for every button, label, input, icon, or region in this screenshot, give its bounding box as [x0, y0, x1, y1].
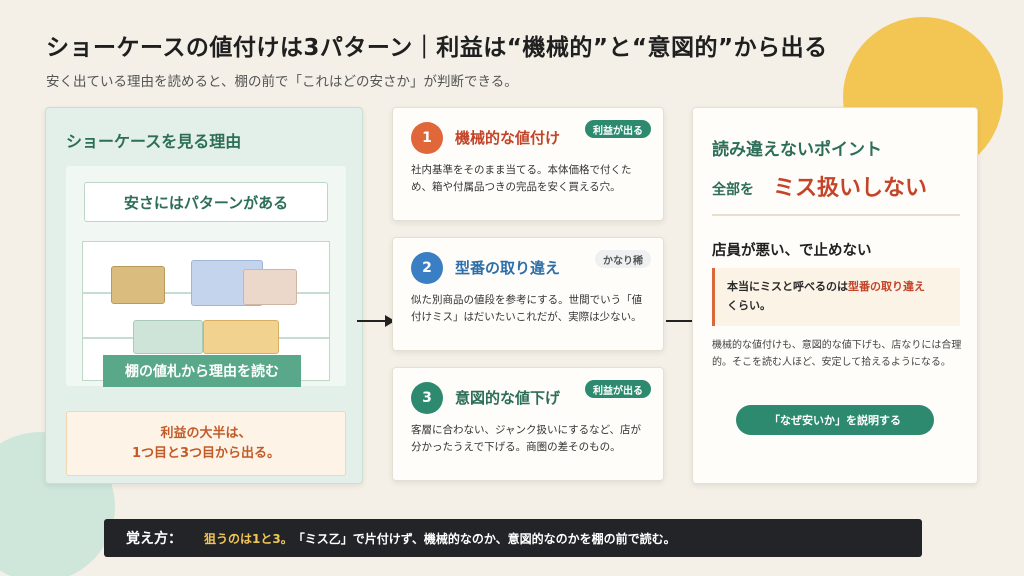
- memo-label: 覚え方：: [126, 531, 182, 547]
- right-subheading: 店員が悪い、で止めない: [712, 243, 872, 259]
- memo-highlight: 狙うのは1と3。: [204, 531, 293, 546]
- shelf-item: [203, 320, 279, 354]
- card-number: 3: [411, 382, 443, 414]
- pattern-card-3: 3 意図的な値下げ 利益が出る 客層に合わない、ジャンク扱いにするなど、店が分か…: [392, 367, 664, 481]
- memo-bar: 覚え方： 狙うのは1と3。 「ミス乙」で片付けず、機械的なのか、意図的なのかを棚…: [104, 519, 922, 557]
- right-body-text: 機械的な値付けも、意図的な値下げも、店なりには合理的。そこを読む人ほど、安定して…: [712, 340, 962, 368]
- shelf-price-label: 棚の値札から理由を読む: [103, 355, 301, 387]
- shelf-item: [111, 266, 165, 304]
- shelf-item: [243, 269, 297, 305]
- divider: [712, 214, 960, 216]
- card-title: 型番の取り違え: [455, 259, 561, 277]
- card-body: 社内基準をそのまま当てる。本体価格で付くため、箱や付属品つきの完品を安く買える穴…: [411, 164, 632, 193]
- page-title: ショーケースの値付けは3パターン｜利益は“機械的”と“意図的”から出る: [46, 35, 828, 61]
- pattern-card-2: 2 型番の取り違え かなり稀 似た別商品の値段を参考にする。世間でいう「値付けミ…: [392, 237, 664, 351]
- card-body: 客層に合わない、ジャンク扱いにするなど、店が分かったうえで下げる。商圏の差そのも…: [411, 424, 642, 453]
- card-title: 機械的な値付け: [455, 129, 561, 147]
- note-text: 本当にミスと呼べるのは: [727, 280, 848, 293]
- note-text-end: くらい。: [727, 299, 771, 312]
- status-badge: 利益が出る: [585, 380, 651, 398]
- pattern-box: 安さにはパターンがある: [84, 182, 328, 222]
- pattern-card-1: 1 機械的な値付け 利益が出る 社内基準をそのまま当てる。本体価格で付くため、箱…: [392, 107, 664, 221]
- note-highlight: 型番の取り違え: [848, 280, 925, 293]
- explain-why-cheap-button[interactable]: 「なぜ安いか」を説明する: [736, 405, 934, 435]
- arrow-right-icon: [357, 315, 395, 327]
- card-body: 似た別商品の値段を参考にする。世間でいう「値付けミス」はだいたいこれだが、実際は…: [411, 294, 643, 323]
- page-subtitle: 安く出ている理由を読めると、棚の前で「これはどの安さか」が判断できる。: [46, 74, 518, 90]
- card-number: 1: [411, 122, 443, 154]
- status-badge: かなり稀: [595, 250, 651, 268]
- card-number: 2: [411, 252, 443, 284]
- right-sub-emphasis: ミス扱いしない: [773, 176, 928, 201]
- right-heading: 読み違えないポイント: [712, 140, 882, 160]
- card-title: 意図的な値下げ: [455, 389, 561, 407]
- memo-text: 「ミス乙」で片付けず、機械的なのか、意図的なのかを棚の前で読む。: [292, 531, 676, 546]
- left-panel-title: ショーケースを見る理由: [66, 132, 242, 151]
- profit-note: 利益の大半は、 1つ目と3つ目から出る。: [66, 411, 346, 476]
- profit-note-line2: 1つ目と3つ目から出る。: [131, 446, 281, 461]
- shelf: 棚の値札から理由を読む: [82, 241, 330, 387]
- callout-note: 本当にミスと呼べるのは型番の取り違え くらい。: [712, 268, 960, 326]
- showcase-illustration: 安さにはパターンがある 棚の値札から理由を読む: [66, 166, 346, 387]
- right-sub-label: 全部を: [712, 182, 754, 198]
- left-panel: ショーケースを見る理由 安さにはパターンがある 棚の値札から理由を読む 利益の大…: [45, 107, 363, 484]
- right-panel: 読み違えないポイント 全部を ミス扱いしない 店員が悪い、で止めない 本当にミス…: [692, 107, 978, 484]
- status-badge: 利益が出る: [585, 120, 651, 138]
- profit-note-line1: 利益の大半は、: [160, 426, 252, 441]
- shelf-item: [133, 320, 203, 354]
